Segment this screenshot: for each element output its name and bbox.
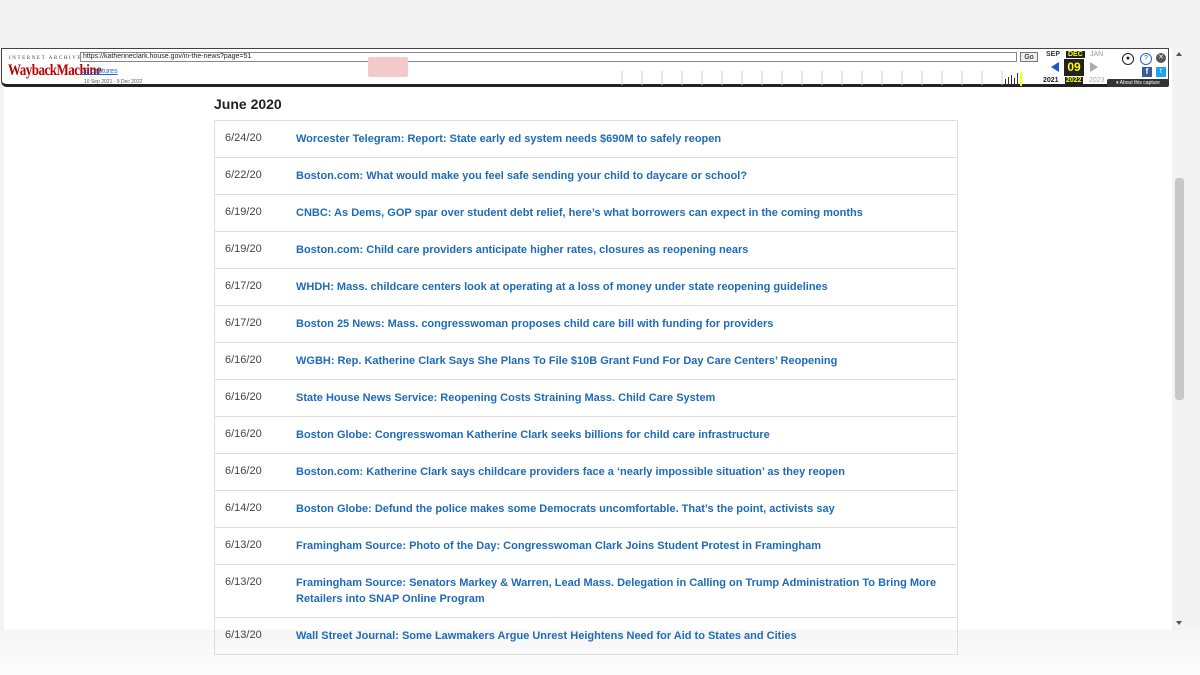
news-row: 6/13/20 Framingham Source: Senators Marke… — [215, 565, 957, 618]
news-date: 6/13/20 — [225, 629, 262, 641]
news-title-link[interactable]: State House News Service: Reopening Cost… — [296, 392, 715, 404]
wayback-prev-month[interactable]: SEP — [1046, 51, 1060, 58]
news-date: 6/24/20 — [225, 132, 262, 144]
news-row: 6/24/20 Worcester Telegram: Report: State… — [215, 121, 957, 158]
wayback-toolbar: INTERNET ARCHIVE WaybackMachine Go 13 ca… — [1, 48, 1169, 87]
news-title-link[interactable]: Boston 25 News: Mass. congresswoman prop… — [296, 318, 773, 330]
page-margin-left — [0, 0, 4, 675]
news-cell: WGBH: Rep. Katherine Clark Says She Plan… — [296, 343, 957, 379]
account-icon[interactable]: ● — [1122, 53, 1134, 65]
news-cell: Boston 25 News: Mass. congresswoman prop… — [296, 306, 957, 342]
news-date: 6/16/20 — [225, 428, 262, 440]
news-title-link[interactable]: CNBC: As Dems, GOP spar over student deb… — [296, 207, 863, 219]
month-heading: June 2020 — [214, 96, 282, 112]
news-cell: Framingham Source: Senators Markey & War… — [296, 565, 957, 617]
twitter-icon[interactable]: t — [1156, 67, 1166, 77]
news-date: 6/16/20 — [225, 391, 262, 403]
news-title-link[interactable]: Framingham Source: Senators Markey & War… — [296, 577, 936, 605]
news-title-link[interactable]: Worcester Telegram: Report: State early … — [296, 133, 721, 145]
scroll-up-arrow-icon[interactable] — [1176, 52, 1182, 56]
wayback-current-day: 09 — [1064, 59, 1084, 76]
news-cell: Wall Street Journal: Some Lawmakers Argu… — [296, 618, 957, 654]
about-capture-label: About this capture — [1119, 80, 1160, 86]
wayback-prev-year[interactable]: 2021 — [1043, 77, 1059, 84]
close-icon[interactable]: ✕ — [1156, 53, 1166, 63]
news-row: 6/13/20 Wall Street Journal: Some Lawmake… — [215, 618, 957, 655]
facebook-icon[interactable]: f — [1142, 67, 1152, 77]
news-row: 6/13/20 Framingham Source: Photo of the D… — [215, 528, 957, 565]
news-date: 6/17/20 — [225, 280, 262, 292]
underlying-page-button — [368, 57, 408, 77]
wayback-go-button[interactable]: Go — [1020, 52, 1038, 62]
news-date: 6/22/20 — [225, 169, 262, 181]
news-title-link[interactable]: Boston.com: Child care providers anticip… — [296, 244, 748, 256]
news-date: 6/17/20 — [225, 317, 262, 329]
news-title-link[interactable]: Boston.com: Katherine Clark says childca… — [296, 466, 845, 478]
news-cell: WHDH: Mass. childcare centers look at op… — [296, 269, 957, 305]
news-row: 6/17/20 Boston 25 News: Mass. congresswom… — [215, 306, 957, 343]
news-row: 6/16/20 WGBH: Rep. Katherine Clark Says S… — [215, 343, 957, 380]
news-date: 6/13/20 — [225, 576, 262, 588]
news-row: 6/17/20 WHDH: Mass. childcare centers loo… — [215, 269, 957, 306]
news-cell: CNBC: As Dems, GOP spar over student deb… — [296, 195, 957, 231]
news-title-link[interactable]: Boston Globe: Congresswoman Katherine Cl… — [296, 429, 770, 441]
news-cell: Worcester Telegram: Report: State early … — [296, 121, 957, 157]
news-date: 6/16/20 — [225, 354, 262, 366]
scroll-down-arrow-icon[interactable] — [1176, 621, 1182, 625]
news-cell: Boston Globe: Congresswoman Katherine Cl… — [296, 417, 957, 453]
wayback-capture-range: 10 Sep 2021 - 9 Dec 2022 — [84, 79, 143, 85]
news-row: 6/19/20 CNBC: As Dems, GOP spar over stud… — [215, 195, 957, 232]
news-row: 6/19/20 Boston.com: Child care providers … — [215, 232, 957, 269]
wayback-next-month: JAN — [1090, 51, 1104, 58]
news-date: 6/19/20 — [225, 243, 262, 255]
news-title-link[interactable]: Framingham Source: Photo of the Day: Con… — [296, 540, 821, 552]
wayback-captures-link[interactable]: 13 captures — [81, 68, 118, 75]
news-title-link[interactable]: Boston Globe: Defund the police makes so… — [296, 503, 835, 515]
news-row: 6/16/20 Boston.com: Katherine Clark says … — [215, 454, 957, 491]
news-date: 6/19/20 — [225, 206, 262, 218]
wayback-current-month: DEC — [1066, 51, 1085, 58]
about-capture-button[interactable]: ▾ About this capture — [1107, 79, 1169, 87]
news-list: 6/24/20 Worcester Telegram: Report: State… — [214, 120, 958, 655]
news-cell: Framingham Source: Photo of the Day: Con… — [296, 528, 957, 564]
news-row: 6/22/20 Boston.com: What would make you f… — [215, 158, 957, 195]
next-capture-arrow-icon — [1090, 62, 1098, 72]
wayback-url-input[interactable] — [80, 52, 1017, 62]
news-date: 6/16/20 — [225, 465, 262, 477]
news-title-link[interactable]: Wall Street Journal: Some Lawmakers Argu… — [296, 630, 797, 642]
news-cell: Boston Globe: Defund the police makes so… — [296, 491, 957, 527]
news-cell: Boston.com: Child care providers anticip… — [296, 232, 957, 268]
news-title-link[interactable]: WHDH: Mass. childcare centers look at op… — [296, 281, 828, 293]
news-title-link[interactable]: WGBH: Rep. Katherine Clark Says She Plan… — [296, 355, 837, 367]
wayback-next-year: 2023 — [1089, 77, 1105, 84]
news-cell: State House News Service: Reopening Cost… — [296, 380, 957, 416]
news-row: 6/14/20 Boston Globe: Defund the police m… — [215, 491, 957, 528]
scrollbar-thumb[interactable] — [1175, 178, 1184, 400]
browser-top-area — [0, 0, 1200, 49]
prev-capture-arrow-icon[interactable] — [1051, 62, 1059, 72]
news-date: 6/13/20 — [225, 539, 262, 551]
news-cell: Boston.com: Katherine Clark says childca… — [296, 454, 957, 490]
news-cell: Boston.com: What would make you feel saf… — [296, 158, 957, 194]
news-row: 6/16/20 Boston Globe: Congresswoman Kathe… — [215, 417, 957, 454]
news-date: 6/14/20 — [225, 502, 262, 514]
wayback-current-year: 2022 — [1065, 77, 1083, 84]
capture-sparkline[interactable] — [602, 69, 1022, 87]
help-icon[interactable]: ? — [1140, 53, 1152, 65]
news-title-link[interactable]: Boston.com: What would make you feel saf… — [296, 170, 747, 182]
news-row: 6/16/20 State House News Service: Reopeni… — [215, 380, 957, 417]
